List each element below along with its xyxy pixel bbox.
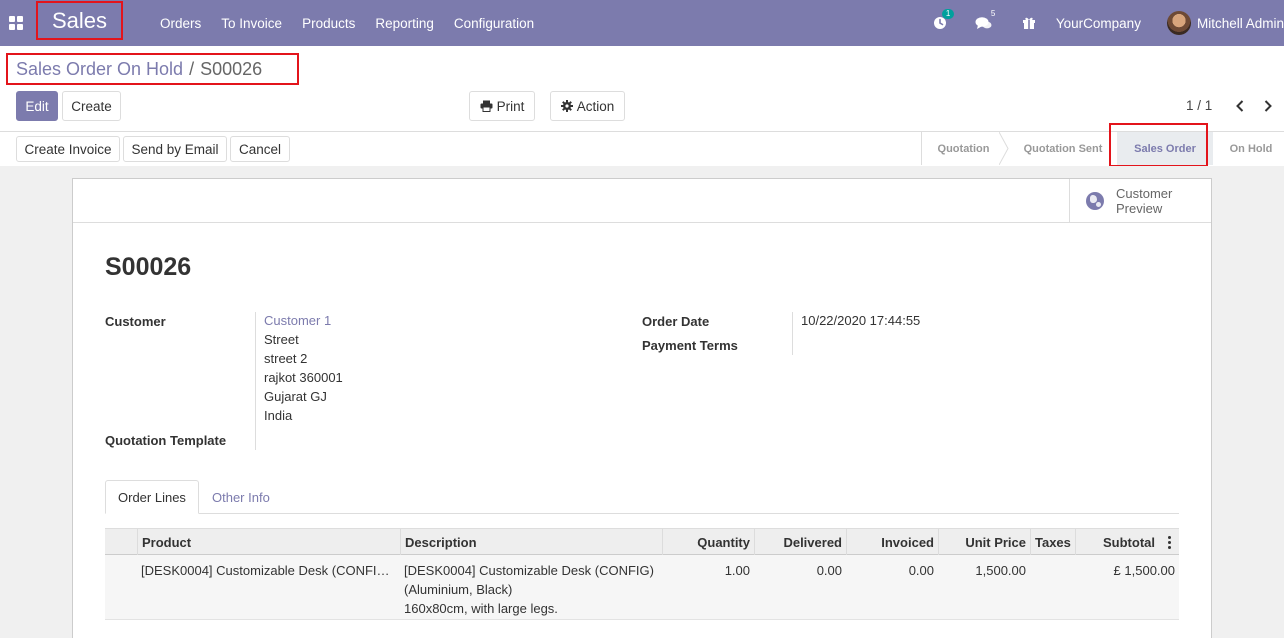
order-name: S00026	[105, 253, 192, 281]
kebab-icon	[1167, 535, 1171, 549]
chevron-right-icon	[1264, 100, 1272, 112]
address-line: Street	[264, 332, 299, 347]
header-product[interactable]: Product	[137, 529, 400, 555]
header-quantity[interactable]: Quantity	[662, 529, 754, 555]
menu-configuration[interactable]: Configuration	[444, 16, 544, 31]
user-avatar	[1166, 11, 1191, 35]
stage-on-hold[interactable]: On Hold	[1213, 132, 1284, 165]
company-switcher[interactable]: YourCompany	[1056, 16, 1141, 31]
menu-to-invoice[interactable]: To Invoice	[211, 16, 292, 31]
table-row[interactable]: [DESK0004] Customizable Desk (CONFI… [DE…	[105, 555, 1179, 620]
stage-on-hold-label: On Hold	[1229, 142, 1273, 155]
systray: 1 5 YourCompany Mitchell Admin	[933, 0, 1284, 46]
print-label: Print	[496, 98, 525, 114]
description-line: (Aluminium, Black)	[404, 582, 513, 597]
address-line: rajkot 360001	[264, 370, 343, 385]
customer-field: Customer 1 Street street 2 rajkot 360001…	[264, 311, 343, 425]
header-subtotal[interactable]: Subtotal	[1075, 529, 1159, 555]
customer-link[interactable]: Customer 1	[264, 311, 343, 330]
customer-preview-button[interactable]: Customer Preview	[1069, 179, 1211, 223]
menu-reporting[interactable]: Reporting	[365, 16, 444, 31]
tab-other-info[interactable]: Other Info	[200, 480, 282, 514]
order-date-value: 10/22/2020 17:44:55	[801, 313, 921, 328]
form-sheet: Customer Preview S00026 Customer Custome…	[72, 178, 1212, 638]
address-line: India	[264, 408, 293, 423]
header-taxes[interactable]: Taxes	[1030, 529, 1075, 555]
stage-quotation-sent[interactable]: Quotation Sent	[1009, 132, 1117, 165]
cell-product: [DESK0004] Customizable Desk (CONFI…	[141, 563, 390, 578]
stage-quotation-label: Quotation	[937, 142, 990, 155]
top-navbar: Sales Orders To Invoice Products Reporti…	[0, 0, 1284, 46]
apps-menu-icon[interactable]	[9, 16, 23, 30]
company-name: YourCompany	[1055, 15, 1141, 31]
edit-button[interactable]: Edit	[16, 91, 58, 121]
table-header: Product Description Quantity Delivered I…	[105, 528, 1179, 555]
breadcrumb-separator: /	[189, 58, 195, 79]
cell-subtotal: £ 1,500.00	[1113, 563, 1175, 578]
order-date-separator	[792, 312, 793, 355]
action-button[interactable]: Action	[550, 91, 625, 121]
breadcrumb: Sales Order On Hold / S00026	[6, 53, 299, 85]
optional-columns-toggle[interactable]	[1159, 529, 1179, 555]
cell-unit-price: 1,500.00	[975, 563, 1026, 578]
breadcrumb-parent[interactable]: Sales Order On Hold	[16, 59, 183, 80]
order-lines-table: Product Description Quantity Delivered I…	[105, 528, 1179, 620]
activity-badge: 1	[941, 9, 955, 19]
handle-header	[105, 529, 137, 555]
address-line: Gujarat GJ	[264, 389, 327, 404]
print-icon	[480, 100, 493, 112]
user-name: Mitchell Admin	[1196, 15, 1284, 31]
description-line: [DESK0004] Customizable Desk (CONFIG)	[404, 563, 654, 578]
create-button[interactable]: Create	[62, 91, 121, 121]
stage-quotation-sent-label: Quotation Sent	[1023, 142, 1103, 155]
menu-orders[interactable]: Orders	[150, 16, 211, 31]
customer-label: Customer	[105, 314, 166, 329]
gift-icon	[1022, 17, 1035, 29]
app-brand[interactable]: Sales	[36, 1, 123, 40]
gift-menu[interactable]	[1022, 16, 1036, 30]
payment-terms-label: Payment Terms	[642, 338, 738, 353]
chevron-left-icon	[1236, 100, 1244, 112]
order-date-label: Order Date	[642, 314, 710, 329]
customer-preview-label: Customer Preview	[1116, 186, 1173, 216]
messages-badge: 5	[990, 9, 996, 18]
user-menu[interactable]: Mitchell Admin	[1166, 11, 1284, 35]
main-menu: Orders To Invoice Products Reporting Con…	[150, 0, 544, 46]
address-line: street 2	[264, 351, 308, 366]
pager-next[interactable]	[1259, 96, 1277, 116]
header-invoiced[interactable]: Invoiced	[846, 529, 938, 555]
pager-previous[interactable]	[1231, 96, 1249, 116]
stage-sales-order-label: Sales Order	[1134, 142, 1196, 155]
tab-order-lines[interactable]: Order Lines	[105, 480, 199, 514]
breadcrumb-current: S00026	[200, 58, 263, 79]
stage-quotation[interactable]: Quotation	[922, 132, 1005, 165]
messaging-menu[interactable]: 5	[975, 10, 995, 30]
menu-products[interactable]: Products	[292, 16, 365, 31]
header-delivered[interactable]: Delivered	[754, 529, 846, 555]
notebook-tabs: Order Lines Other Info	[105, 480, 1179, 514]
button-box-divider	[73, 222, 1211, 223]
create-invoice-button[interactable]: Create Invoice	[16, 136, 120, 162]
activity-menu[interactable]: 1	[933, 9, 955, 30]
comments-icon	[975, 17, 992, 29]
cell-quantity: 1.00	[724, 563, 750, 578]
quotation-template-label: Quotation Template	[105, 433, 227, 448]
cell-invoiced: 0.00	[908, 563, 934, 578]
gear-icon	[560, 100, 573, 112]
stage-sales-order[interactable]: Sales Order	[1117, 132, 1213, 165]
status-bar: Quotation Quotation Sent Sales Order On …	[921, 132, 1284, 165]
customer-separator	[255, 312, 256, 450]
send-by-email-button[interactable]: Send by Email	[123, 136, 227, 162]
action-label: Action	[576, 98, 615, 114]
cancel-button[interactable]: Cancel	[230, 136, 290, 162]
globe-icon	[1086, 192, 1104, 210]
print-button[interactable]: Print	[469, 91, 535, 121]
cell-description: [DESK0004] Customizable Desk (CONFIG) (A…	[400, 561, 662, 618]
header-description[interactable]: Description	[400, 529, 662, 555]
header-unit-price[interactable]: Unit Price	[938, 529, 1030, 555]
description-line: 160x80cm, with large legs.	[404, 601, 558, 616]
pager-value[interactable]: 1 / 1	[1186, 98, 1212, 113]
cell-delivered: 0.00	[816, 563, 842, 578]
